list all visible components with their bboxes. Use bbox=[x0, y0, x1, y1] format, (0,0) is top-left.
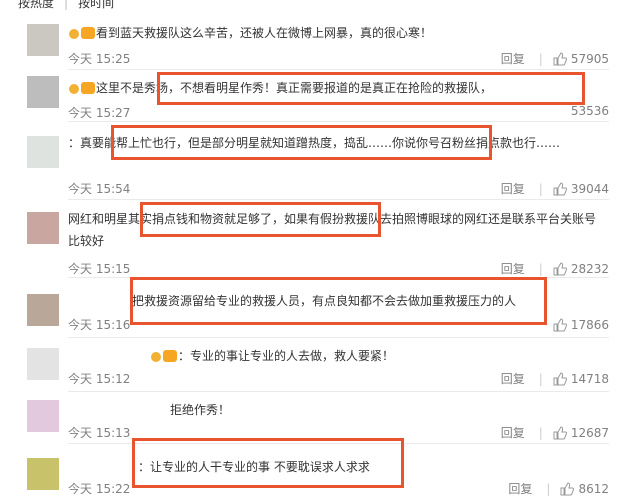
action-divider: | bbox=[538, 181, 543, 196]
comment-item: ：让专业的人干专业的事 不要耽误求人求求 今天 15:22 回复 | 8612 bbox=[0, 444, 623, 496]
comment-actions: 回复 | 8612 bbox=[508, 480, 609, 497]
action-divider: | bbox=[538, 261, 543, 276]
thumbs-up-icon bbox=[560, 481, 575, 495]
like-count: 14718 bbox=[570, 371, 609, 386]
comment-item: ：真要能帮上忙也行，但是部分明星就知道蹭热度，捣乱……你说你号召粉丝捐点款也行…… bbox=[0, 122, 623, 200]
comment-time: 今天 15:13 bbox=[68, 426, 131, 440]
comment-body: ：真要能帮上忙也行，但是部分明星就知道蹭热度，捣乱……你说你号召粉丝捐点款也行…… bbox=[68, 136, 561, 150]
thumbs-up-icon bbox=[553, 51, 567, 65]
vip-badge-icon bbox=[81, 27, 95, 39]
comment-time: 今天 15:27 bbox=[68, 106, 131, 120]
comment-actions: 回复 | 12687 bbox=[501, 424, 609, 441]
comment-item: ：专业的事让专业的人去做，救人要紧！ 今天 15:12 回复 | 14718 bbox=[0, 338, 623, 392]
comment-body: 看到蓝天救援队这么辛苦，还被人在微博上网暴，真的很心寒！ bbox=[96, 26, 433, 40]
reply-button[interactable]: 回复 bbox=[501, 50, 525, 67]
comment-time: 今天 15:12 bbox=[68, 372, 131, 386]
comment-body: ：专业的事让专业的人去做，救人要紧！ bbox=[178, 349, 395, 363]
comment-list-page: 按热度 | 按时间 看到蓝天救援队这么辛苦，还被人在微博上网暴，真的很心寒！ 今天 … bbox=[0, 0, 623, 496]
comment-actions: 回复 | 57905 bbox=[501, 50, 609, 67]
avatar[interactable] bbox=[27, 458, 59, 490]
comment-body: 网红和明星其实捐点钱和物资就足够了，如果有假扮救援队去拍照博眼球的网红还是联系平… bbox=[68, 212, 597, 248]
like-count: 57905 bbox=[570, 51, 609, 66]
comment-text: ：专业的事让专业的人去做，救人要紧！ bbox=[150, 345, 601, 367]
action-divider: | bbox=[538, 425, 543, 440]
vip-badge-icon bbox=[151, 352, 161, 362]
reply-button[interactable]: 回复 bbox=[501, 370, 525, 387]
like-button[interactable]: 14718 bbox=[553, 372, 609, 386]
comment-time: 今天 15:54 bbox=[68, 182, 131, 196]
like-button[interactable]: 8612 bbox=[560, 482, 609, 496]
like-count: 39044 bbox=[570, 181, 609, 196]
action-divider: | bbox=[546, 481, 551, 496]
like-button[interactable]: 28232 bbox=[553, 262, 609, 276]
thumbs-up-icon bbox=[553, 318, 567, 332]
comment-body: 这里不是秀场，不想看明星作秀！真正需要报道的是真正在抢险的救援队， bbox=[96, 81, 493, 95]
action-divider: | bbox=[538, 371, 543, 386]
reply-button[interactable]: 回复 bbox=[508, 480, 532, 497]
avatar[interactable] bbox=[27, 348, 59, 380]
thumbs-up-icon bbox=[553, 181, 567, 195]
avatar[interactable] bbox=[27, 294, 59, 326]
vip-badge-icon bbox=[163, 350, 177, 362]
avatar[interactable] bbox=[27, 136, 59, 168]
comment-actions: 回复 | 14718 bbox=[501, 370, 609, 387]
comment-text: 看到蓝天救援队这么辛苦，还被人在微博上网暴，真的很心寒！ bbox=[68, 22, 601, 44]
tab-separator: | bbox=[64, 0, 69, 10]
tab-sort-hot[interactable]: 按热度 bbox=[18, 0, 54, 11]
like-count: 53536 bbox=[570, 104, 609, 118]
tab-sort-time[interactable]: 按时间 bbox=[78, 0, 114, 11]
comment-actions: 53536 bbox=[571, 104, 609, 118]
reply-button[interactable]: 回复 bbox=[501, 260, 525, 277]
like-count: 12687 bbox=[570, 425, 609, 440]
like-count: 17866 bbox=[570, 318, 609, 332]
thumbs-up-icon bbox=[553, 425, 567, 439]
avatar[interactable] bbox=[27, 212, 59, 244]
comment-item: 拒绝作秀！ 今天 15:13 回复 | 12687 bbox=[0, 392, 623, 444]
comment-time: 今天 15:15 bbox=[68, 262, 131, 276]
comment-body: ：让专业的人干专业的事 不要耽误求人求求 bbox=[138, 460, 370, 474]
comment-body: 拒绝作秀！ bbox=[170, 403, 231, 417]
comment-time: 今天 15:25 bbox=[68, 52, 131, 66]
thumbs-up-icon bbox=[553, 371, 567, 385]
reply-button[interactable]: 回复 bbox=[501, 424, 525, 441]
comment-actions: 回复 | 28232 bbox=[501, 260, 609, 277]
like-button[interactable]: 12687 bbox=[553, 426, 609, 440]
avatar[interactable] bbox=[27, 76, 59, 108]
reply-button[interactable]: 回复 bbox=[501, 180, 525, 197]
comment-text: ：让专业的人干专业的事 不要耽误求人求求 bbox=[138, 456, 601, 478]
comment-time: 今天 15:22 bbox=[68, 482, 131, 496]
comment-item: 网红和明星其实捐点钱和物资就足够了，如果有假扮救援队去拍照博眼球的网红还是联系平… bbox=[0, 200, 623, 278]
comment-text: 把救援资源留给专业的救援人员，有点良知都不会去做加重救援压力的人 bbox=[68, 290, 601, 312]
thumbs-up-icon bbox=[553, 261, 567, 275]
comment-time: 今天 15:16 bbox=[68, 318, 131, 332]
comment-item: 看到蓝天救援队这么辛苦，还被人在微博上网暴，真的很心寒！ 今天 15:25 回复… bbox=[0, 18, 623, 70]
avatar[interactable] bbox=[27, 24, 59, 56]
comment-body: 把救援资源留给专业的救援人员，有点良知都不会去做加重救援压力的人 bbox=[132, 294, 517, 308]
comment-item: 这里不是秀场，不想看明星作秀！真正需要报道的是真正在抢险的救援队， 今天 15:… bbox=[0, 70, 623, 122]
comment-actions: 回复 | 39044 bbox=[501, 180, 609, 197]
like-button[interactable]: 17866 bbox=[553, 318, 609, 332]
vip-badge-icon bbox=[69, 84, 79, 94]
comment-actions: 17866 bbox=[553, 318, 609, 332]
like-count: 28232 bbox=[570, 261, 609, 276]
action-divider: | bbox=[538, 51, 543, 66]
vip-badge-icon bbox=[69, 29, 79, 39]
like-button[interactable]: 57905 bbox=[553, 52, 609, 66]
comment-text: 网红和明星其实捐点钱和物资就足够了，如果有假扮救援队去拍照博眼球的网红还是联系平… bbox=[68, 208, 601, 252]
comment-text: 拒绝作秀！ bbox=[170, 399, 601, 421]
like-button[interactable]: 53536 bbox=[571, 104, 609, 118]
comment-text: ：真要能帮上忙也行，但是部分明星就知道蹭热度，捣乱……你说你号召粉丝捐点款也行…… bbox=[68, 132, 601, 154]
comment-text: 这里不是秀场，不想看明星作秀！真正需要报道的是真正在抢险的救援队， bbox=[68, 77, 601, 99]
sort-tabs: 按热度 | 按时间 bbox=[18, 0, 124, 10]
vip-badge-icon bbox=[81, 82, 95, 94]
comment-item: 把救援资源留给专业的救援人员，有点良知都不会去做加重救援压力的人 今天 15:1… bbox=[0, 278, 623, 338]
like-button[interactable]: 39044 bbox=[553, 182, 609, 196]
like-count: 8612 bbox=[578, 481, 609, 496]
avatar[interactable] bbox=[27, 400, 59, 432]
